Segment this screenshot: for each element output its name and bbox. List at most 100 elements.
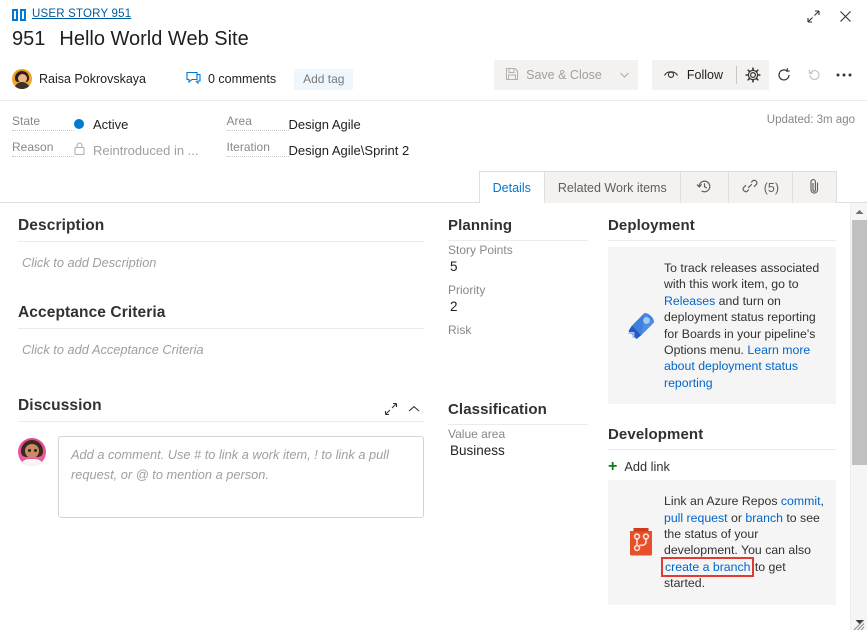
deployment-section: Deployment To track releases associated … — [608, 217, 836, 405]
development-card: Link an Azure Repos commit, pull request… — [608, 480, 836, 605]
work-item-toolbar: Save & Close Follow — [494, 60, 859, 90]
branch-link[interactable]: branch — [745, 511, 783, 525]
tab-bar: Details Related Work items (5) — [0, 171, 867, 204]
tab-related-work-items[interactable]: Related Work items — [543, 171, 680, 203]
tab-history[interactable] — [679, 171, 728, 203]
development-heading: Development — [608, 426, 704, 444]
follow-label: Follow — [686, 68, 723, 82]
updated-timestamp: Updated: 3m ago — [766, 114, 855, 126]
attachment-icon — [808, 178, 821, 198]
azure-repos-icon — [618, 493, 664, 591]
area-iteration-column: Area Design Agile Iteration Design Agile… — [226, 111, 410, 163]
commit-link[interactable]: commit — [781, 494, 821, 508]
breadcrumb-link-user-story[interactable]: USER STORY 951 — [32, 8, 131, 20]
assignee-avatar[interactable] — [12, 69, 32, 89]
classification-section: Classification Value area Business — [448, 401, 588, 463]
priority-value[interactable]: 2 — [448, 299, 588, 319]
work-item-dialog: USER STORY 951 951 Hello World Web Site — [0, 0, 867, 632]
refresh-icon[interactable] — [769, 60, 799, 90]
acceptance-criteria-section: Acceptance Criteria Click to add Accepta… — [18, 304, 424, 357]
right-column: Deployment To track releases associated … — [598, 203, 850, 630]
user-story-book-icon — [12, 8, 26, 21]
related-work-heading: Related Work — [608, 629, 836, 630]
scrollbar-up-arrow-icon[interactable] — [851, 203, 867, 220]
iteration-field-row: Iteration Design Agile\Sprint 2 — [226, 137, 410, 163]
revert-icon[interactable] — [799, 60, 829, 90]
link-icon — [742, 178, 758, 197]
tab-related-work-items-label: Related Work items — [557, 180, 667, 195]
discussion-heading: Discussion — [18, 397, 102, 414]
comment-bubble-icon — [186, 71, 208, 88]
reason-label: Reason — [12, 140, 74, 157]
deployment-text-1: To track releases associated with this w… — [664, 261, 820, 292]
risk-value[interactable] — [448, 339, 588, 359]
value-area-value[interactable]: Business — [448, 443, 588, 463]
azure-pipelines-rocket-icon — [618, 260, 664, 391]
state-reason-column: State Active Reason Reintroduced in ... — [12, 111, 199, 163]
left-column: Description Click to add Description Acc… — [0, 203, 440, 630]
expand-button[interactable] — [799, 4, 827, 28]
create-a-branch-link[interactable]: create a branch — [660, 556, 755, 577]
acceptance-criteria-divider — [18, 328, 424, 329]
deployment-divider — [608, 240, 836, 241]
close-button[interactable] — [831, 4, 859, 28]
save-options-chevron-down-icon[interactable] — [612, 60, 638, 90]
middle-column: Planning Story Points 5 Priority 2 Risk … — [440, 203, 598, 630]
chevron-up-icon[interactable] — [408, 405, 420, 413]
acceptance-criteria-heading: Acceptance Criteria — [18, 304, 166, 321]
assignee-name[interactable]: Raisa Pokrovskaya — [39, 72, 146, 86]
work-item-header: USER STORY 951 951 Hello World Web Site — [0, 0, 867, 101]
description-divider — [18, 241, 424, 242]
history-icon — [696, 178, 713, 198]
follow-button[interactable]: Follow — [652, 60, 736, 90]
follow-group: Follow — [651, 60, 769, 90]
add-link-label: Add link — [624, 459, 670, 475]
development-card-text: Link an Azure Repos commit, pull request… — [660, 493, 824, 591]
middle-column-spacer — [448, 363, 588, 401]
comment-input[interactable]: Add a comment. Use # to link a work item… — [58, 436, 424, 518]
releases-link[interactable]: Releases — [664, 294, 715, 308]
risk-label: Risk — [448, 323, 472, 337]
plus-icon: + — [608, 457, 618, 475]
related-work-section: Related Work — [608, 629, 836, 630]
save-and-close-button[interactable]: Save & Close — [494, 60, 612, 90]
description-heading: Description — [18, 217, 105, 234]
tab-attachments[interactable] — [792, 171, 837, 203]
state-value[interactable]: Active — [74, 117, 128, 132]
scrollbar-thumb[interactable] — [852, 220, 867, 465]
description-input[interactable]: Click to add Description — [18, 244, 424, 270]
work-item-title[interactable]: Hello World Web Site — [59, 28, 248, 51]
state-value-label: Active — [93, 116, 129, 132]
follow-eye-icon — [663, 68, 679, 83]
right-column-spacer — [608, 404, 836, 426]
gear-icon[interactable] — [737, 60, 769, 90]
discussion-section: Discussion Add a comment. Use # to link … — [18, 397, 424, 518]
area-label: Area — [226, 114, 289, 131]
tab-details[interactable]: Details — [478, 171, 545, 204]
pull-request-link[interactable]: pull request — [664, 511, 728, 525]
story-points-value[interactable]: 5 — [448, 259, 588, 279]
planning-divider — [448, 240, 588, 241]
add-tag-button[interactable]: Add tag — [294, 68, 354, 90]
tab-links[interactable]: (5) — [727, 171, 792, 203]
comment-placeholder: Add a comment. Use # to link a work item… — [71, 447, 389, 482]
vertical-scrollbar[interactable] — [850, 203, 867, 630]
area-value[interactable]: Design Agile — [289, 117, 361, 132]
resize-grip[interactable] — [853, 618, 865, 631]
save-close-group: Save & Close — [494, 60, 638, 90]
title-row: 951 Hello World Web Site — [0, 24, 867, 58]
more-actions-icon[interactable] — [829, 60, 859, 90]
add-link-button[interactable]: + Add link — [608, 457, 836, 475]
iteration-value[interactable]: Design Agile\Sprint 2 — [289, 143, 410, 158]
state-label: State — [12, 114, 74, 131]
value-area-field: Value area Business — [448, 427, 588, 463]
discussion-tools — [384, 402, 424, 416]
window-actions — [799, 4, 859, 28]
expand-diagonal-icon[interactable] — [384, 402, 398, 416]
development-divider — [608, 449, 836, 451]
value-area-label: Value area — [448, 427, 506, 441]
acceptance-criteria-input[interactable]: Click to add Acceptance Criteria — [18, 331, 424, 357]
comments-link[interactable]: 0 comments — [186, 71, 276, 88]
reason-value: Reintroduced in ... — [74, 142, 199, 158]
deployment-card: To track releases associated with this w… — [608, 247, 836, 405]
